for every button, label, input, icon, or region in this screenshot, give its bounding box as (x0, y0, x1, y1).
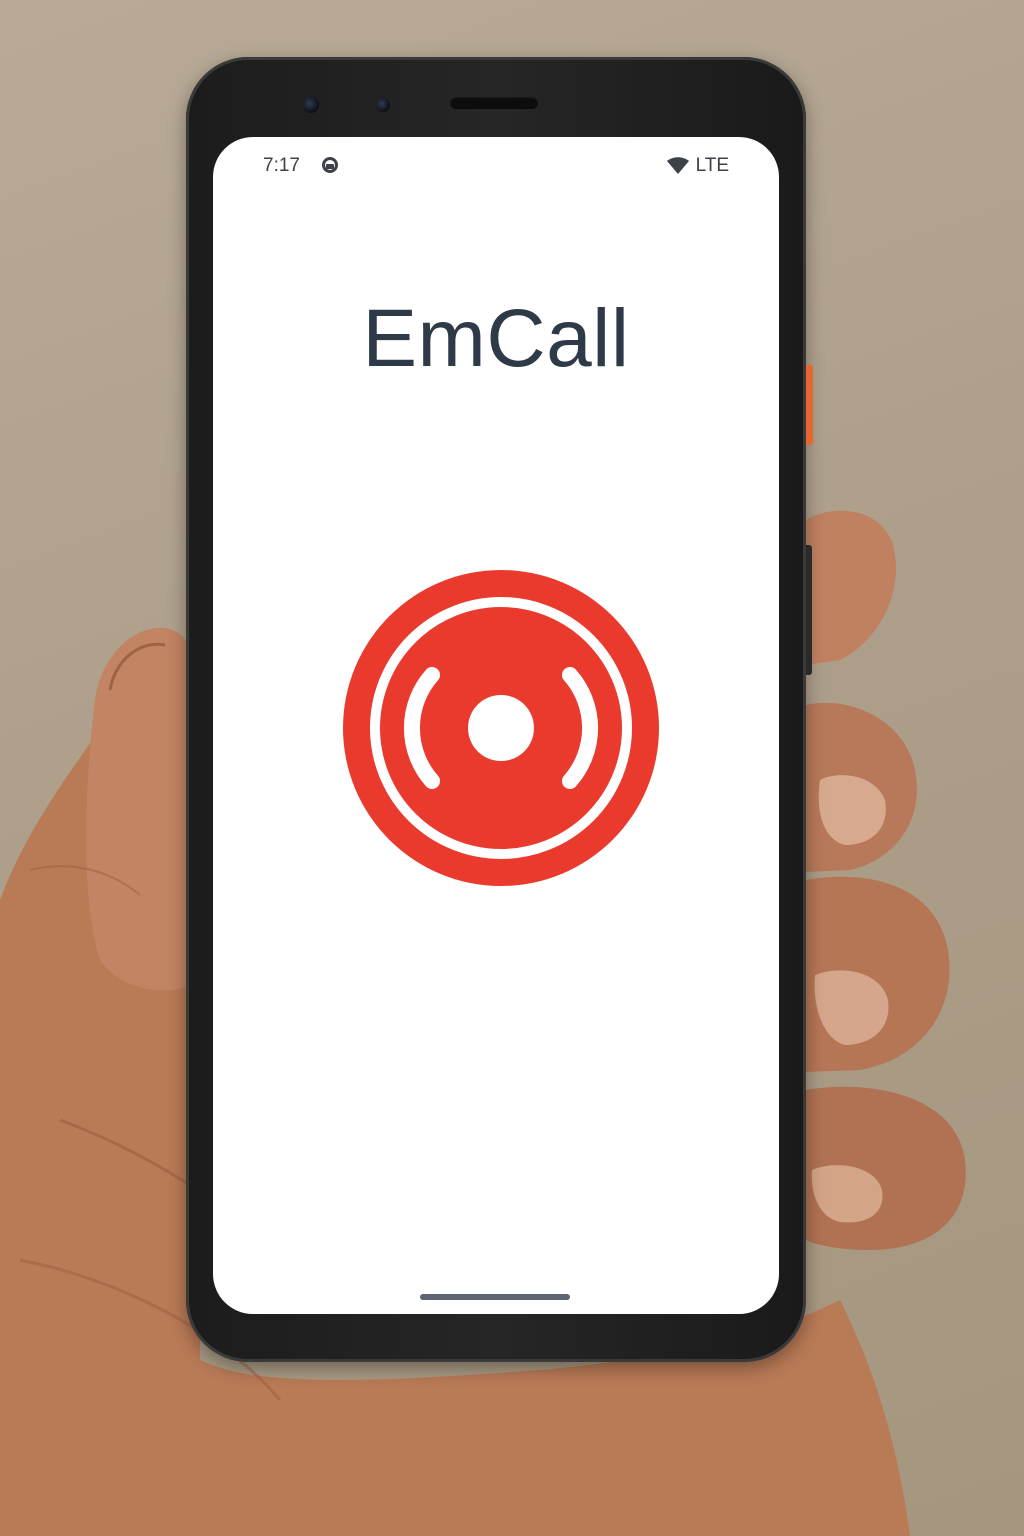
emergency-call-button[interactable] (343, 570, 659, 886)
status-time: 7:17 (263, 155, 300, 176)
alarm-signal-icon (343, 570, 659, 886)
wifi-icon (666, 157, 689, 174)
earpiece-speaker (450, 97, 538, 109)
network-type: LTE (695, 155, 729, 176)
home-indicator[interactable] (420, 1294, 570, 1300)
front-sensor (376, 98, 390, 112)
power-button[interactable] (806, 365, 813, 445)
volume-button[interactable] (806, 545, 812, 675)
phone-screen: 7:17 LTE EmCall (213, 137, 779, 1314)
app-title: EmCall (362, 293, 630, 384)
front-camera (303, 97, 319, 113)
status-bar: 7:17 LTE (213, 137, 779, 193)
status-indicators: LTE (666, 155, 729, 177)
assistant-icon (322, 157, 338, 173)
